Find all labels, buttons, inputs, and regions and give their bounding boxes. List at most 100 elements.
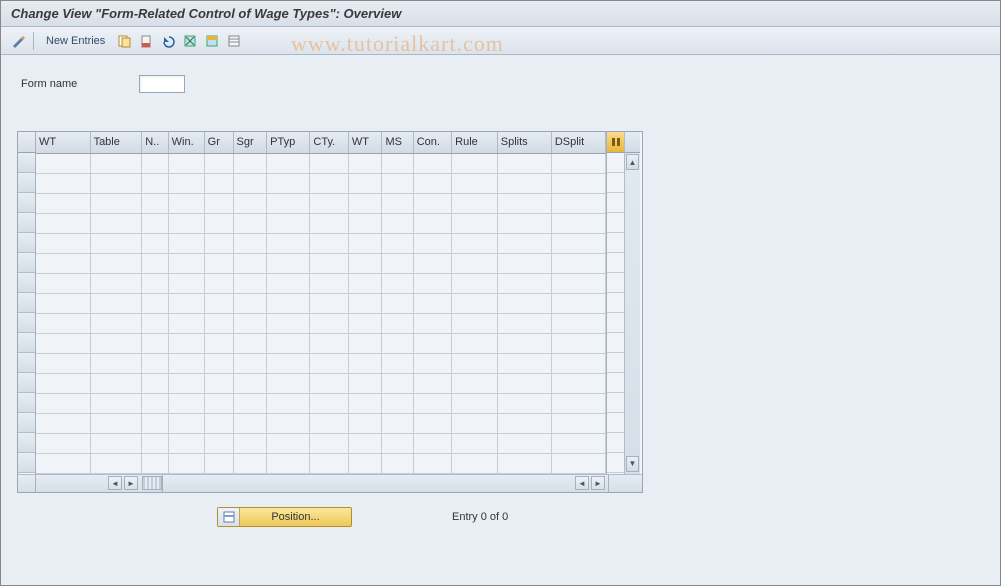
grid-cell[interactable] bbox=[348, 313, 382, 333]
grid-cell[interactable] bbox=[382, 313, 413, 333]
grid-cell[interactable] bbox=[413, 313, 451, 333]
column-header[interactable]: Win. bbox=[168, 132, 204, 153]
grid-cell[interactable] bbox=[348, 293, 382, 313]
grid-cell[interactable] bbox=[204, 413, 233, 433]
grid-cell[interactable] bbox=[497, 373, 551, 393]
grid-cell[interactable] bbox=[413, 453, 451, 473]
grid-cell[interactable] bbox=[168, 353, 204, 373]
grid-cell[interactable] bbox=[497, 353, 551, 373]
row-selector-cell[interactable] bbox=[18, 333, 35, 353]
grid-cell[interactable] bbox=[348, 213, 382, 233]
grid-cell[interactable] bbox=[142, 233, 168, 253]
grid-cell[interactable] bbox=[551, 293, 605, 313]
grid-cell[interactable] bbox=[142, 413, 168, 433]
column-header[interactable]: Table bbox=[90, 132, 142, 153]
grid-cell[interactable] bbox=[90, 213, 142, 233]
grid-cell[interactable] bbox=[233, 273, 267, 293]
grid-cell[interactable] bbox=[497, 153, 551, 173]
grid-cell[interactable] bbox=[168, 333, 204, 353]
grid-cell[interactable] bbox=[497, 313, 551, 333]
grid-cell[interactable] bbox=[142, 333, 168, 353]
row-selector-cell[interactable] bbox=[18, 153, 35, 173]
grid-cell[interactable] bbox=[267, 153, 310, 173]
grid-cell[interactable] bbox=[267, 233, 310, 253]
grid-cell[interactable] bbox=[204, 173, 233, 193]
grid-cell[interactable] bbox=[497, 393, 551, 413]
row-selector-cell[interactable] bbox=[18, 433, 35, 453]
grid-cell[interactable] bbox=[90, 253, 142, 273]
column-header[interactable]: Sgr bbox=[233, 132, 267, 153]
table-row[interactable] bbox=[36, 333, 606, 353]
grid-cell[interactable] bbox=[36, 313, 90, 333]
grid-cell[interactable] bbox=[233, 373, 267, 393]
vertical-scrollbar[interactable]: ▲ ▼ bbox=[624, 132, 640, 474]
grid-cell[interactable] bbox=[267, 213, 310, 233]
scroll-down-icon[interactable]: ▼ bbox=[626, 456, 639, 472]
grid-cell[interactable] bbox=[551, 353, 605, 373]
grid-cell[interactable] bbox=[168, 413, 204, 433]
grid-cell[interactable] bbox=[204, 393, 233, 413]
undo-change-icon[interactable] bbox=[159, 32, 177, 50]
grid-cell[interactable] bbox=[204, 233, 233, 253]
grid-cell[interactable] bbox=[90, 413, 142, 433]
grid-cell[interactable] bbox=[90, 233, 142, 253]
grid-cell[interactable] bbox=[267, 373, 310, 393]
grid-cell[interactable] bbox=[348, 393, 382, 413]
grid-cell[interactable] bbox=[204, 313, 233, 333]
row-selector-cell[interactable] bbox=[18, 373, 35, 393]
grid-cell[interactable] bbox=[90, 153, 142, 173]
grid-cell[interactable] bbox=[497, 213, 551, 233]
grid-cell[interactable] bbox=[497, 453, 551, 473]
grid-cell[interactable] bbox=[142, 313, 168, 333]
grid-cell[interactable] bbox=[267, 353, 310, 373]
grid-cell[interactable] bbox=[413, 353, 451, 373]
grid-cell[interactable] bbox=[551, 453, 605, 473]
copy-as-icon[interactable] bbox=[115, 32, 133, 50]
grid-cell[interactable] bbox=[36, 253, 90, 273]
column-header[interactable]: Con. bbox=[413, 132, 451, 153]
grid-cell[interactable] bbox=[551, 213, 605, 233]
grid-cell[interactable] bbox=[204, 253, 233, 273]
grid-cell[interactable] bbox=[348, 233, 382, 253]
table-row[interactable] bbox=[36, 293, 606, 313]
grid-cell[interactable] bbox=[310, 333, 348, 353]
grid-cell[interactable] bbox=[267, 193, 310, 213]
hscroll-right2-icon[interactable]: ► bbox=[591, 476, 605, 490]
grid-cell[interactable] bbox=[267, 313, 310, 333]
grid-cell[interactable] bbox=[382, 253, 413, 273]
grid-cell[interactable] bbox=[204, 433, 233, 453]
grid-cell[interactable] bbox=[348, 413, 382, 433]
grid-cell[interactable] bbox=[310, 273, 348, 293]
grid-cell[interactable] bbox=[36, 453, 90, 473]
grid-cell[interactable] bbox=[90, 453, 142, 473]
change-toggle-icon[interactable] bbox=[9, 32, 27, 50]
table-row[interactable] bbox=[36, 373, 606, 393]
grid-cell[interactable] bbox=[36, 273, 90, 293]
grid-cell[interactable] bbox=[142, 153, 168, 173]
grid-cell[interactable] bbox=[36, 153, 90, 173]
table-row[interactable] bbox=[36, 173, 606, 193]
grid-cell[interactable] bbox=[310, 173, 348, 193]
grid-cell[interactable] bbox=[204, 373, 233, 393]
grid-cell[interactable] bbox=[168, 273, 204, 293]
grid-cell[interactable] bbox=[310, 193, 348, 213]
grid-cell[interactable] bbox=[413, 233, 451, 253]
grid-cell[interactable] bbox=[90, 373, 142, 393]
row-selector-cell[interactable] bbox=[18, 213, 35, 233]
grid-cell[interactable] bbox=[452, 153, 498, 173]
grid-cell[interactable] bbox=[551, 393, 605, 413]
grid-cell[interactable] bbox=[90, 273, 142, 293]
grid-cell[interactable] bbox=[551, 413, 605, 433]
grid-cell[interactable] bbox=[452, 413, 498, 433]
column-header[interactable]: DSplit bbox=[551, 132, 605, 153]
grid-cell[interactable] bbox=[204, 193, 233, 213]
position-button[interactable]: Position... bbox=[217, 507, 352, 527]
grid-cell[interactable] bbox=[348, 173, 382, 193]
delete-icon[interactable] bbox=[137, 32, 155, 50]
grid-cell[interactable] bbox=[551, 233, 605, 253]
grid-cell[interactable] bbox=[36, 213, 90, 233]
grid-cell[interactable] bbox=[348, 273, 382, 293]
select-all-icon[interactable] bbox=[181, 32, 199, 50]
column-header[interactable]: N.. bbox=[142, 132, 168, 153]
table-row[interactable] bbox=[36, 413, 606, 433]
